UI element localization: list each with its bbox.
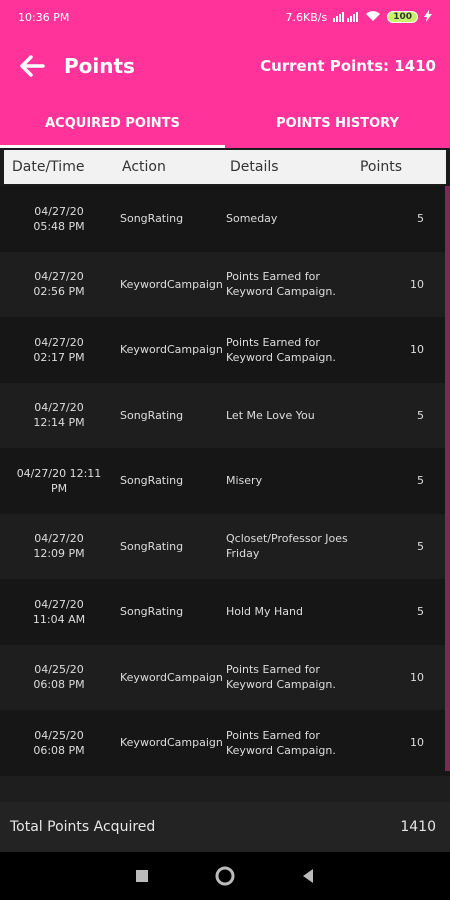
row-action: SongRating bbox=[120, 408, 184, 422]
total-footer: Total Points Acquired 1410 bbox=[0, 802, 450, 852]
tab-points-history[interactable]: POINTS HISTORY bbox=[225, 98, 450, 148]
row-details: Misery bbox=[226, 474, 263, 488]
network-speed: 7.6KB/s bbox=[285, 10, 328, 24]
table-row[interactable]: 04/27/20 05:48 PM SongRating Someday 5 bbox=[0, 186, 450, 252]
row-date: 04/27/20 12:09 PM bbox=[33, 532, 85, 561]
app-bar: Points Current Points: 1410 bbox=[0, 34, 450, 98]
row-points: 10 bbox=[410, 736, 424, 750]
row-date: 04/25/20 06:08 PM bbox=[33, 728, 85, 757]
table-row[interactable]: 04/27/20 11:04 AM SongRating Hold My Hand 5 bbox=[0, 579, 450, 645]
table-header: Date/Time Action Details Points bbox=[4, 150, 446, 184]
table-row[interactable]: 04/27/20 12:14 PM SongRating Let Me Love Y… bbox=[0, 382, 450, 448]
row-action: KeywordCampaign bbox=[120, 670, 223, 684]
row-points: 10 bbox=[410, 343, 424, 357]
row-date: 04/27/20 12:11 PM bbox=[16, 466, 102, 495]
row-details: Someday bbox=[226, 212, 278, 226]
row-action: KeywordCampaign bbox=[120, 736, 223, 750]
row-details: Points Earned for Keyword Campaign. bbox=[226, 728, 336, 757]
row-details: Qcloset/Professor Joes Friday bbox=[226, 532, 348, 561]
row-points: 5 bbox=[417, 408, 424, 422]
table-row[interactable]: 04/27/20 12:11 PM SongRating Misery 5 bbox=[0, 448, 450, 514]
page-title: Points bbox=[64, 54, 135, 78]
header-details: Details bbox=[230, 159, 279, 175]
row-points: 5 bbox=[417, 539, 424, 553]
row-date: 04/27/20 11:04 AM bbox=[32, 597, 86, 626]
recents-icon[interactable] bbox=[127, 861, 157, 891]
wifi-icon bbox=[365, 10, 381, 25]
header-action: Action bbox=[122, 159, 166, 175]
table-row[interactable]: 04/27/20 02:17 PM KeywordCampaign Points E… bbox=[0, 317, 450, 383]
row-points: 10 bbox=[410, 277, 424, 291]
table-row[interactable]: 04/27/20 12:09 PM SongRating Qcloset/Profe… bbox=[0, 513, 450, 579]
points-list[interactable]: 04/27/20 05:48 PM SongRating Someday 5 04/27… bbox=[0, 186, 450, 802]
row-action: SongRating bbox=[120, 605, 184, 619]
scrollbar[interactable] bbox=[445, 186, 450, 771]
system-nav-bar bbox=[0, 852, 450, 900]
row-date: 04/27/20 02:56 PM bbox=[33, 270, 85, 299]
status-icons: 7.6KB/s 100 bbox=[285, 9, 432, 25]
row-date: 04/25/20 06:08 PM bbox=[33, 663, 85, 692]
header-date: Date/Time bbox=[12, 159, 85, 175]
current-points: Current Points: 1410 bbox=[260, 57, 436, 75]
row-points: 5 bbox=[417, 212, 424, 226]
status-time: 10:36 PM bbox=[18, 10, 70, 24]
home-icon[interactable] bbox=[210, 861, 240, 891]
row-date: 04/27/20 05:48 PM bbox=[33, 204, 85, 233]
row-points: 5 bbox=[417, 474, 424, 488]
row-details: Points Earned for Keyword Campaign. bbox=[226, 270, 336, 299]
back-arrow-icon[interactable] bbox=[14, 48, 50, 84]
charging-icon bbox=[424, 9, 432, 25]
status-bar: 10:36 PM 7.6KB/s 100 bbox=[0, 0, 450, 34]
row-action: KeywordCampaign bbox=[120, 277, 223, 291]
signal-icon bbox=[333, 10, 359, 25]
table-row[interactable]: 04/25/20 06:08 PM KeywordCampaign Points E… bbox=[0, 710, 450, 776]
row-date: 04/27/20 02:17 PM bbox=[33, 335, 85, 364]
table-row[interactable]: 04/24/20KeywordCampaignPoints Earned bbox=[0, 775, 450, 802]
row-details: Points Earned for Keyword Campaign. bbox=[226, 335, 336, 364]
table-row[interactable]: 04/25/20 06:08 PM KeywordCampaign Points E… bbox=[0, 644, 450, 710]
row-action: SongRating bbox=[120, 539, 184, 553]
row-points: 10 bbox=[410, 670, 424, 684]
row-details: Hold My Hand bbox=[226, 605, 303, 619]
tab-bar: ACQUIRED POINTS POINTS HISTORY bbox=[0, 98, 450, 148]
row-points: 5 bbox=[417, 605, 424, 619]
row-action: SongRating bbox=[120, 212, 184, 226]
header-points: Points bbox=[359, 159, 402, 175]
row-details: Let Me Love You bbox=[226, 408, 315, 422]
table-row[interactable]: 04/27/20 02:56 PM KeywordCampaign Points E… bbox=[0, 251, 450, 317]
row-details: Points Earned for Keyword Campaign. bbox=[226, 663, 336, 692]
back-icon[interactable] bbox=[293, 861, 323, 891]
total-value: 1410 bbox=[400, 819, 436, 835]
row-date: 04/27/20 12:14 PM bbox=[33, 401, 85, 430]
row-action: KeywordCampaign bbox=[120, 343, 223, 357]
tab-acquired-points[interactable]: ACQUIRED POINTS bbox=[0, 98, 225, 148]
battery-icon: 100 bbox=[387, 11, 418, 23]
total-label: Total Points Acquired bbox=[10, 819, 156, 835]
row-action: SongRating bbox=[120, 474, 184, 488]
